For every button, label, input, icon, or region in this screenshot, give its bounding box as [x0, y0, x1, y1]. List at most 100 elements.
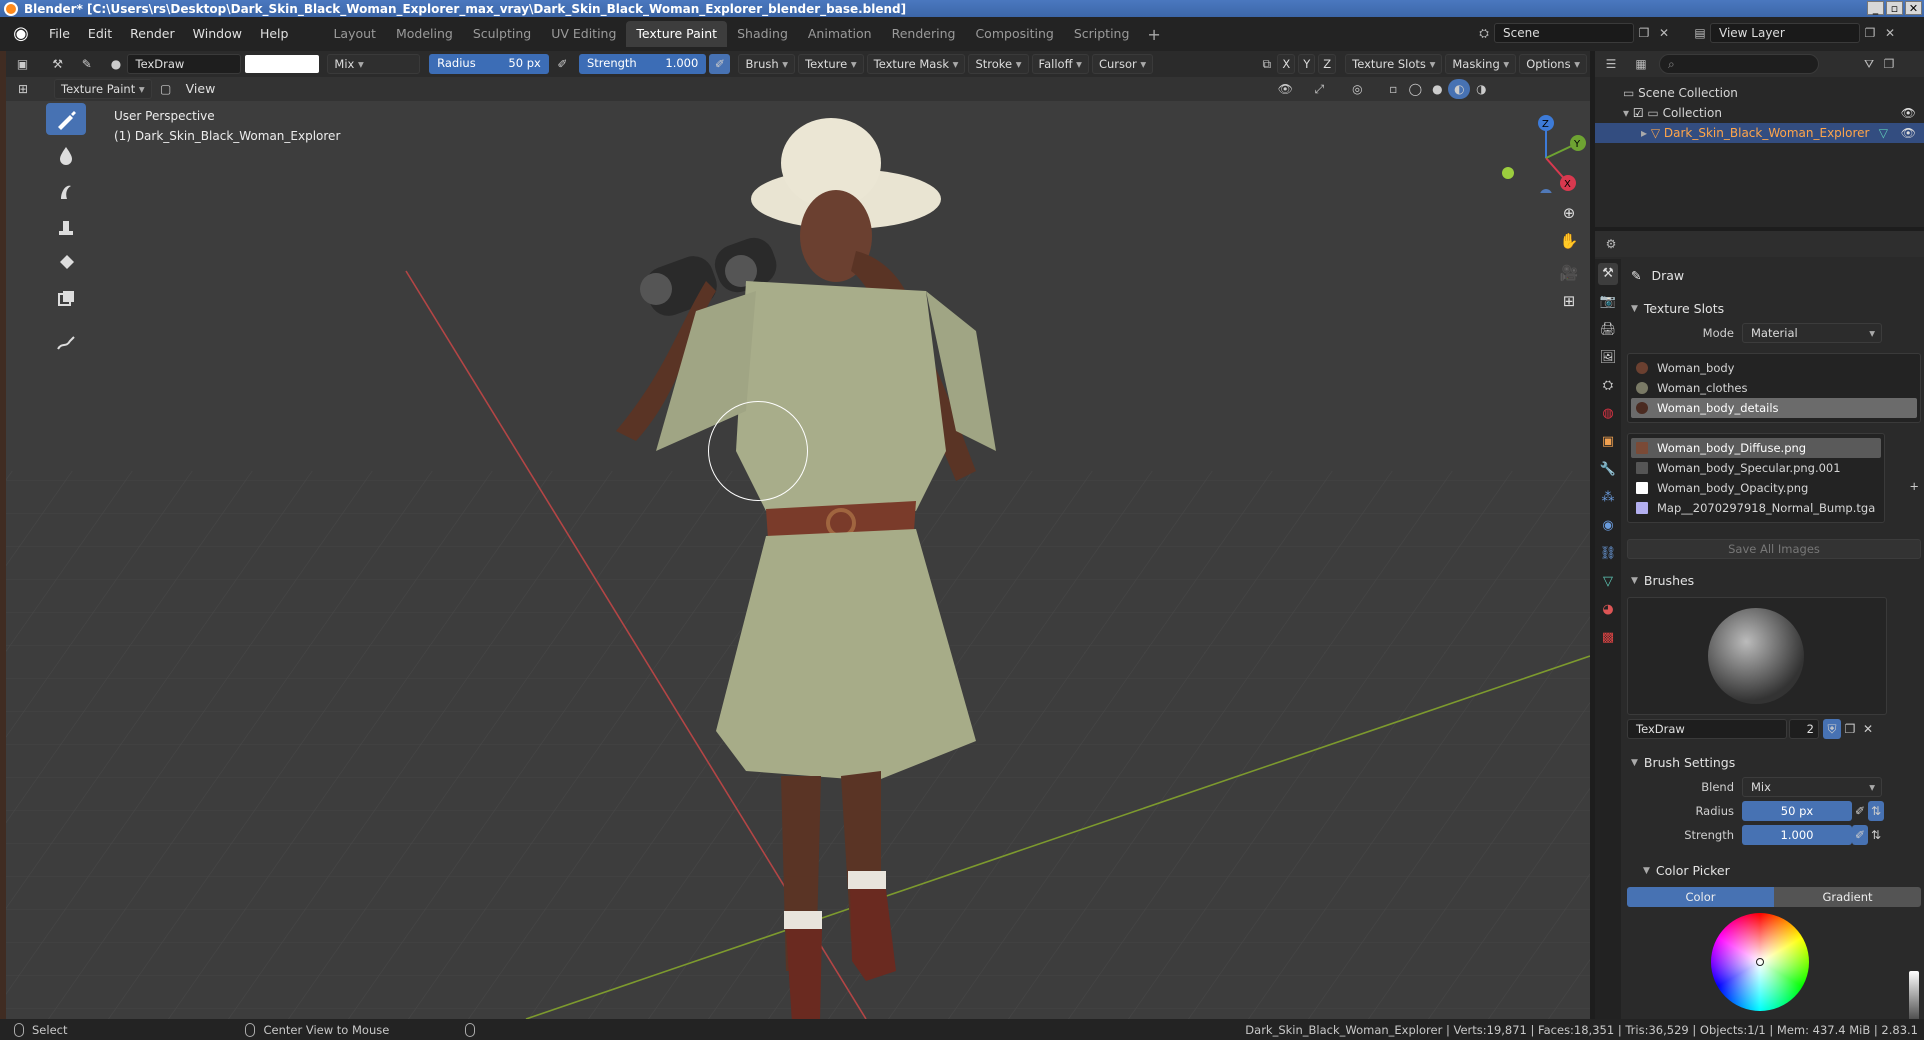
- mode-dropdown[interactable]: Material: [1742, 323, 1882, 343]
- tab-shading[interactable]: Shading: [727, 21, 798, 47]
- brush-name-field[interactable]: TexDraw: [1627, 719, 1787, 739]
- delete-scene-icon[interactable]: ✕: [1654, 23, 1674, 43]
- strength-pressure-icon[interactable]: ✐: [1852, 825, 1868, 845]
- color-swatch[interactable]: [244, 55, 320, 73]
- tab-constraints[interactable]: ⛓: [1598, 543, 1618, 565]
- color-wheel-handle[interactable]: [1756, 958, 1764, 966]
- checkbox-icon[interactable]: ☑: [1633, 106, 1648, 120]
- mask-tool[interactable]: [46, 283, 86, 315]
- tab-physics[interactable]: ◉: [1598, 515, 1618, 537]
- close-button[interactable]: ✕: [1905, 1, 1922, 15]
- clone-tool[interactable]: [46, 211, 86, 243]
- add-image-icon[interactable]: +: [1909, 479, 1919, 493]
- radius-unit-icon[interactable]: ⇅: [1868, 801, 1884, 821]
- outliner-row-scene-collection[interactable]: ▭ Scene Collection: [1595, 83, 1924, 103]
- expand-arrow-icon[interactable]: ▸: [1641, 126, 1651, 140]
- strength-slider[interactable]: 1.000: [1742, 825, 1852, 845]
- list-item[interactable]: Map__2070297918_Normal_Bump.tga: [1631, 498, 1881, 518]
- blender-menu-icon[interactable]: ◉: [10, 23, 32, 45]
- blend-dropdown[interactable]: Mix: [327, 54, 421, 74]
- tab-world[interactable]: ◍: [1598, 403, 1618, 425]
- texture-slots-menu[interactable]: Texture Slots: [1345, 54, 1443, 74]
- tab-animation[interactable]: Animation: [798, 21, 882, 47]
- save-all-images-button[interactable]: Save All Images: [1627, 539, 1921, 559]
- visibility-icon[interactable]: 👁: [1274, 79, 1296, 99]
- brushes-panel-header[interactable]: ▼ Brushes: [1627, 569, 1921, 593]
- brush-data-icon[interactable]: ●: [105, 54, 126, 74]
- annotate-tool[interactable]: [46, 327, 86, 359]
- mode-dropdown[interactable]: Texture Paint: [54, 79, 152, 99]
- menu-render[interactable]: Render: [121, 17, 184, 51]
- outliner-search-input[interactable]: ⌕: [1659, 54, 1819, 74]
- list-item[interactable]: Woman_body_Opacity.png: [1631, 478, 1881, 498]
- ortho-grid-icon[interactable]: ⊞: [1557, 289, 1581, 313]
- list-item[interactable]: Woman_body_Diffuse.png: [1631, 438, 1881, 458]
- view-layer-icon[interactable]: ▤: [1690, 23, 1710, 43]
- tab-view-layer[interactable]: 🖼: [1598, 347, 1618, 369]
- radius-slider[interactable]: 50 px: [1742, 801, 1852, 821]
- new-collection-icon[interactable]: ❐: [1879, 54, 1899, 74]
- draw-tool[interactable]: [46, 103, 86, 135]
- list-item[interactable]: Woman_body_details: [1631, 398, 1917, 418]
- menu-edit[interactable]: Edit: [79, 17, 121, 51]
- scene-name-field[interactable]: Scene: [1494, 23, 1634, 43]
- tab-modeling[interactable]: Modeling: [386, 21, 463, 47]
- options-menu[interactable]: Options: [1519, 54, 1588, 74]
- tool-icon[interactable]: ⚒: [47, 54, 68, 74]
- gizmo-neg-y[interactable]: [1502, 167, 1514, 179]
- eye-icon[interactable]: 👁: [1901, 123, 1916, 143]
- texture-mask-menu[interactable]: Texture Mask: [866, 54, 966, 74]
- menu-window[interactable]: Window: [184, 17, 251, 51]
- tab-uv-editing[interactable]: UV Editing: [541, 21, 626, 47]
- new-view-layer-icon[interactable]: ❐: [1860, 23, 1880, 43]
- tab-data[interactable]: ▽: [1598, 571, 1618, 593]
- list-item[interactable]: Woman_clothes: [1631, 378, 1917, 398]
- brush-settings-panel-header[interactable]: ▼ Brush Settings: [1627, 751, 1921, 775]
- mirror-z-toggle[interactable]: Z: [1318, 54, 1337, 74]
- rendered-shading-icon[interactable]: ◑: [1470, 79, 1492, 99]
- delete-view-layer-icon[interactable]: ✕: [1880, 23, 1900, 43]
- solid-shading-icon[interactable]: ●: [1426, 79, 1448, 99]
- camera-view-icon[interactable]: 🎥: [1557, 261, 1581, 285]
- material-shading-icon[interactable]: ◐: [1448, 79, 1471, 99]
- outliner-row-collection[interactable]: ▾ ☑ ▭ Collection 👁: [1595, 103, 1924, 123]
- duplicate-brush-icon[interactable]: ❐: [1841, 719, 1859, 739]
- tab-color[interactable]: Color: [1627, 887, 1774, 907]
- wireframe-shading-icon[interactable]: ◯: [1404, 79, 1426, 99]
- new-scene-icon[interactable]: ❐: [1634, 23, 1654, 43]
- gizmo-toggle-icon[interactable]: ⤢: [1308, 79, 1330, 99]
- 3d-viewport[interactable]: ▣ ⚒ ✎ ● TexDraw Mix Radius 50 px ✐ Stren…: [6, 51, 1590, 1019]
- stroke-menu[interactable]: Stroke: [968, 54, 1029, 74]
- eye-icon[interactable]: 👁: [1901, 103, 1916, 123]
- brush-icon[interactable]: ✎: [76, 54, 97, 74]
- xray-toggle-icon[interactable]: ▫: [1382, 79, 1404, 99]
- texture-slots-panel-header[interactable]: ▼ Texture Slots: [1627, 297, 1921, 321]
- expand-arrow-icon[interactable]: ▾: [1623, 106, 1633, 120]
- brush-name-field[interactable]: TexDraw: [126, 54, 241, 74]
- tab-texture[interactable]: ▩: [1598, 627, 1618, 649]
- maximize-button[interactable]: ▫: [1886, 1, 1903, 15]
- masking-menu[interactable]: Masking: [1445, 54, 1517, 74]
- color-picker-panel-header[interactable]: ▼ Color Picker: [1627, 859, 1921, 883]
- color-wheel[interactable]: [1711, 913, 1809, 1011]
- tab-layout[interactable]: Layout: [323, 21, 386, 47]
- strength-pressure-icon[interactable]: ✐: [709, 54, 731, 74]
- navigation-gizmo[interactable]: Z X Y: [1496, 103, 1586, 193]
- texture-menu[interactable]: Texture: [798, 54, 864, 74]
- tab-tool[interactable]: ⚒: [1598, 263, 1618, 285]
- view-menu[interactable]: View: [177, 77, 225, 101]
- radius-pressure-icon[interactable]: ✐: [1852, 801, 1868, 821]
- blend-dropdown[interactable]: Mix: [1742, 777, 1882, 797]
- tab-modifiers[interactable]: 🔧: [1598, 459, 1618, 481]
- strength-slider[interactable]: Strength 1.000: [578, 54, 707, 74]
- soften-tool[interactable]: [46, 139, 86, 171]
- editor-grid-icon[interactable]: ⊞: [12, 79, 34, 99]
- unlink-brush-icon[interactable]: ✕: [1859, 719, 1877, 739]
- outliner-row-object[interactable]: ▸ ▽ Dark_Skin_Black_Woman_Explorer ▽ 👁: [1595, 123, 1924, 143]
- radius-slider[interactable]: Radius 50 px: [429, 54, 549, 74]
- symmetry-icon[interactable]: ⧉: [1256, 54, 1277, 74]
- brush-users-field[interactable]: 2: [1789, 719, 1819, 739]
- tab-material[interactable]: ◕: [1598, 599, 1618, 621]
- tab-texture-paint[interactable]: Texture Paint: [626, 21, 728, 47]
- falloff-menu[interactable]: Falloff: [1031, 54, 1089, 74]
